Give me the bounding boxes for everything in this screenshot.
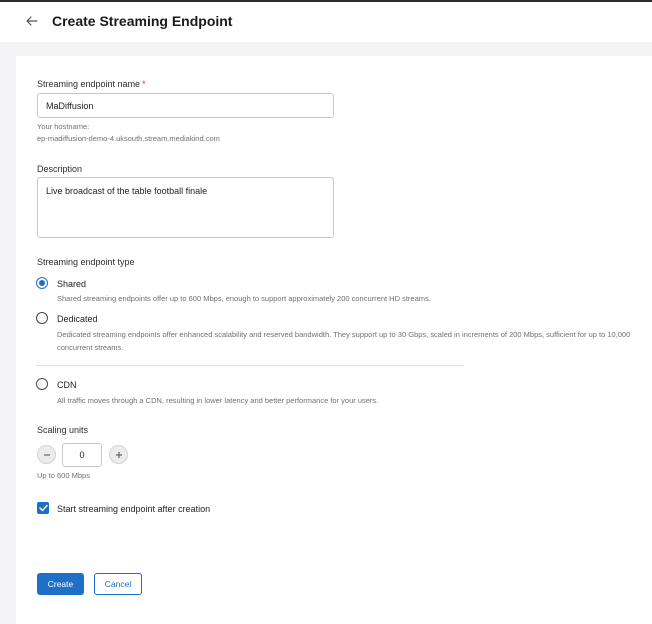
- divider: [36, 365, 464, 366]
- page-header: Create Streaming Endpoint: [0, 2, 652, 42]
- create-button[interactable]: Create: [37, 573, 84, 595]
- increment-button[interactable]: [109, 445, 128, 464]
- radio-dedicated[interactable]: [36, 312, 48, 324]
- option-cdn-title: CDN: [57, 380, 77, 390]
- plus-icon: [115, 451, 122, 458]
- option-dedicated-desc: Dedicated streaming endpoints offer enha…: [57, 330, 631, 352]
- option-shared-desc: Shared streaming endpoints offer up to 6…: [57, 294, 431, 303]
- endpoint-type-label: Streaming endpoint type: [37, 257, 135, 267]
- option-cdn-desc: All traffic moves through a CDN, resulti…: [57, 396, 379, 405]
- page-title: Create Streaming Endpoint: [52, 13, 233, 29]
- back-button[interactable]: [22, 11, 42, 31]
- scaling-units-input[interactable]: 0: [62, 443, 102, 467]
- cancel-button[interactable]: Cancel: [94, 573, 142, 595]
- option-shared-title: Shared: [57, 279, 87, 289]
- radio-shared[interactable]: [36, 277, 48, 289]
- checkmark-icon: [38, 504, 48, 512]
- minus-icon: [43, 453, 50, 456]
- scaling-hint: Up to 600 Mbps: [37, 471, 90, 480]
- description-label: Description: [37, 164, 83, 174]
- decrement-button[interactable]: [37, 445, 56, 464]
- start-after-creation-checkbox[interactable]: [37, 502, 49, 514]
- radio-cdn[interactable]: [36, 378, 48, 390]
- name-label-text: Streaming endpoint name: [37, 79, 141, 89]
- name-label: Streaming endpoint name *: [37, 79, 146, 89]
- streaming-endpoint-name-input[interactable]: [37, 93, 334, 118]
- description-textarea[interactable]: Live broadcast of the table football fin…: [37, 177, 334, 238]
- back-arrow-icon: [26, 16, 38, 26]
- start-after-creation-label: Start streaming endpoint after creation: [57, 504, 211, 514]
- option-dedicated-title: Dedicated: [57, 314, 98, 324]
- hostname-value: ep-madiffusion-demo-4.uksouth.stream.med…: [37, 134, 220, 143]
- required-mark: *: [142, 79, 146, 89]
- scaling-units-label: Scaling units: [37, 425, 89, 435]
- hostname-label: Your hostname:: [37, 122, 90, 131]
